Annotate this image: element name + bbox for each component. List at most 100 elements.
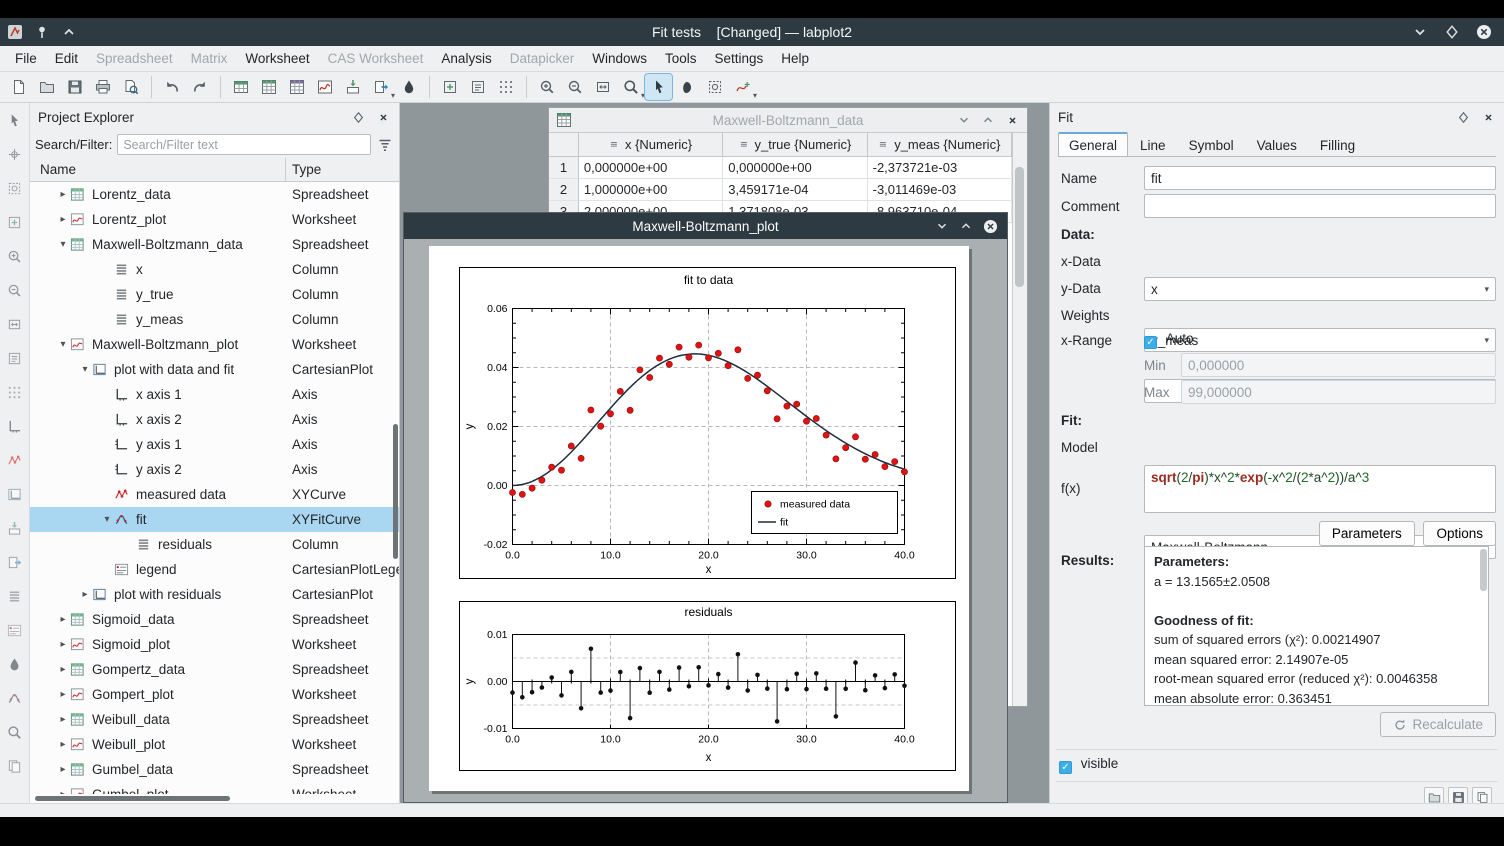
plot-area-tool-button[interactable]	[4, 483, 26, 505]
tree-row-gumbel_data[interactable]: ▸Gumbel_dataSpreadsheet	[30, 757, 399, 782]
float-dock-icon[interactable]	[1457, 111, 1470, 124]
spreadsheet-cell[interactable]: -2,373721e-03	[868, 157, 1012, 179]
tree-row-x-axis-2[interactable]: x axis 2Axis	[30, 407, 399, 432]
grid-tool-button[interactable]	[4, 381, 26, 403]
navigate-mode-button[interactable]	[673, 74, 700, 100]
select-mode-button[interactable]	[645, 74, 672, 100]
zoom-select-mode-button[interactable]	[701, 74, 728, 100]
tree-expander-icon[interactable]: ▾	[56, 339, 70, 350]
tree-expander-icon[interactable]: ▸	[78, 589, 92, 600]
menu-help[interactable]: Help	[772, 48, 818, 69]
tree-row-gompertz_data[interactable]: ▸Gompertz_dataSpreadsheet	[30, 657, 399, 682]
close-window-icon[interactable]	[1005, 113, 1020, 128]
toggle-grid-button[interactable]	[492, 74, 519, 100]
fit-tool-button[interactable]	[4, 687, 26, 709]
max-input[interactable]	[1181, 380, 1496, 404]
tree-expander-icon[interactable]: ▸	[56, 739, 70, 750]
menu-file[interactable]: File	[6, 48, 46, 69]
tree-expander-icon[interactable]: ▾	[78, 364, 92, 375]
open-project-button[interactable]	[33, 74, 60, 100]
tree-row-measured-data[interactable]: measured dataXYCurve	[30, 482, 399, 507]
ydata-combobox[interactable]: y_meas▾	[1144, 328, 1496, 352]
import-tool-button[interactable]	[4, 517, 26, 539]
minimize-window-icon[interactable]	[935, 219, 949, 234]
tab-symbol[interactable]: Symbol	[1178, 133, 1245, 156]
tree-expander-icon[interactable]: ▸	[56, 764, 70, 775]
worksheet-window[interactable]: Maxwell-Boltzmann_plot fit to data0.010.…	[403, 212, 1008, 803]
tree-row-residuals[interactable]: residualsColumn	[30, 532, 399, 557]
tree-row-sigmoid_plot[interactable]: ▸Sigmoid_plotWorksheet	[30, 632, 399, 657]
tab-line[interactable]: Line	[1129, 133, 1177, 156]
min-input[interactable]	[1181, 353, 1496, 377]
zoom-fit-button[interactable]	[589, 74, 616, 100]
tree-row-y_true[interactable]: y_trueColumn	[30, 282, 399, 307]
zoom-out-tool-button[interactable]	[4, 279, 26, 301]
menu-edit[interactable]: Edit	[46, 48, 87, 69]
tree-expander-icon[interactable]: ▸	[56, 639, 70, 650]
add-plot-tool-button[interactable]	[4, 211, 26, 233]
zoom-in-tool-button[interactable]	[4, 245, 26, 267]
export-tool-button[interactable]	[4, 551, 26, 573]
spreadsheet-cell[interactable]: 0,000000e+00	[723, 157, 867, 179]
menu-analysis[interactable]: Analysis	[432, 48, 500, 69]
text-label-tool-button[interactable]	[4, 347, 26, 369]
residuals-plot[interactable]: residuals0.010.020.030.040.0-0.010.000.0…	[459, 601, 956, 774]
tree-row-y-axis-2[interactable]: y axis 2Axis	[30, 457, 399, 482]
spreadsheet-cell[interactable]: 0,000000e+00	[579, 157, 723, 179]
tree-expander-icon[interactable]: ▸	[56, 214, 70, 225]
add-curve-button[interactable]: ▾	[729, 74, 756, 100]
zoom-select-tool-button[interactable]	[4, 177, 26, 199]
tab-general[interactable]: General	[1058, 132, 1128, 156]
add-text-label-button[interactable]	[464, 74, 491, 100]
comment-input[interactable]	[1144, 194, 1496, 218]
options-button[interactable]: Options	[1423, 521, 1496, 546]
zoom-fit-tool-button[interactable]	[4, 313, 26, 335]
close-dock-icon[interactable]	[1481, 110, 1496, 125]
legend-tool-button[interactable]	[4, 619, 26, 641]
shade-window-icon[interactable]	[61, 24, 77, 40]
theme-tool-button[interactable]	[4, 653, 26, 675]
tree-row-fit[interactable]: ▾fitXYFitCurve	[30, 507, 399, 532]
menu-settings[interactable]: Settings	[706, 48, 773, 69]
fit-plot[interactable]: fit to data0.010.020.030.040.0-0.020.000…	[459, 267, 956, 582]
print-preview-button[interactable]	[117, 74, 144, 100]
float-dock-icon[interactable]	[352, 111, 365, 124]
results-scrollbar[interactable]	[1480, 549, 1487, 591]
zoom-out-button[interactable]	[561, 74, 588, 100]
curve-tool-button[interactable]	[4, 449, 26, 471]
tree-expander-icon[interactable]: ▾	[56, 239, 70, 250]
menu-worksheet[interactable]: Worksheet	[236, 48, 318, 69]
formula-editor[interactable]: sqrt(2/pi)*x^2*exp(-x^2/(2*a^2))/a^3	[1144, 465, 1496, 513]
print-button[interactable]	[89, 74, 116, 100]
new-workbook-button[interactable]	[227, 74, 254, 100]
restore-window-icon[interactable]	[959, 219, 973, 234]
tab-values[interactable]: Values	[1246, 133, 1308, 156]
tree-expander-icon[interactable]: ▸	[56, 714, 70, 725]
spreadsheet-column-header[interactable]: y_true {Numeric}	[723, 133, 867, 157]
tree-row-y_meas[interactable]: y_measColumn	[30, 307, 399, 332]
zoom-in-button[interactable]	[533, 74, 560, 100]
color-fill-button[interactable]	[395, 74, 422, 100]
tree-row-x-axis-1[interactable]: x axis 1Axis	[30, 382, 399, 407]
tree-expander-icon[interactable]: ▾	[100, 514, 114, 525]
tree-row-lorentz_data[interactable]: ▸Lorentz_dataSpreadsheet	[30, 182, 399, 207]
save-project-button[interactable]	[61, 74, 88, 100]
redo-button[interactable]	[186, 74, 213, 100]
tree-row-sigmoid_data[interactable]: ▸Sigmoid_dataSpreadsheet	[30, 607, 399, 632]
tree-row-gumbel_plot[interactable]: ▸Gumbel_plotWorksheet	[30, 782, 399, 794]
spreadsheet-column-header[interactable]: y_meas {Numeric}	[868, 133, 1012, 157]
import-data-button[interactable]	[339, 74, 366, 100]
auto-range-checkbox[interactable]: ✓	[1144, 336, 1157, 349]
tree-row-weibull_plot[interactable]: ▸Weibull_plotWorksheet	[30, 732, 399, 757]
select-tool-button[interactable]	[4, 109, 26, 131]
tree-row-lorentz_plot[interactable]: ▸Lorentz_plotWorksheet	[30, 207, 399, 232]
tree-row-weibull_data[interactable]: ▸Weibull_dataSpreadsheet	[30, 707, 399, 732]
spreadsheet-cell[interactable]: 1,000000e+00	[579, 179, 723, 201]
tree-expander-icon[interactable]: ▸	[56, 664, 70, 675]
new-project-button[interactable]	[5, 74, 32, 100]
tree-row-maxwell-boltzmann_data[interactable]: ▾Maxwell-Boltzmann_dataSpreadsheet	[30, 232, 399, 257]
tree-row-y-axis-1[interactable]: y axis 1Axis	[30, 432, 399, 457]
zoom-mode-button[interactable]: ▾	[617, 74, 644, 100]
new-matrix-button[interactable]	[283, 74, 310, 100]
menu-tools[interactable]: Tools	[656, 48, 706, 69]
